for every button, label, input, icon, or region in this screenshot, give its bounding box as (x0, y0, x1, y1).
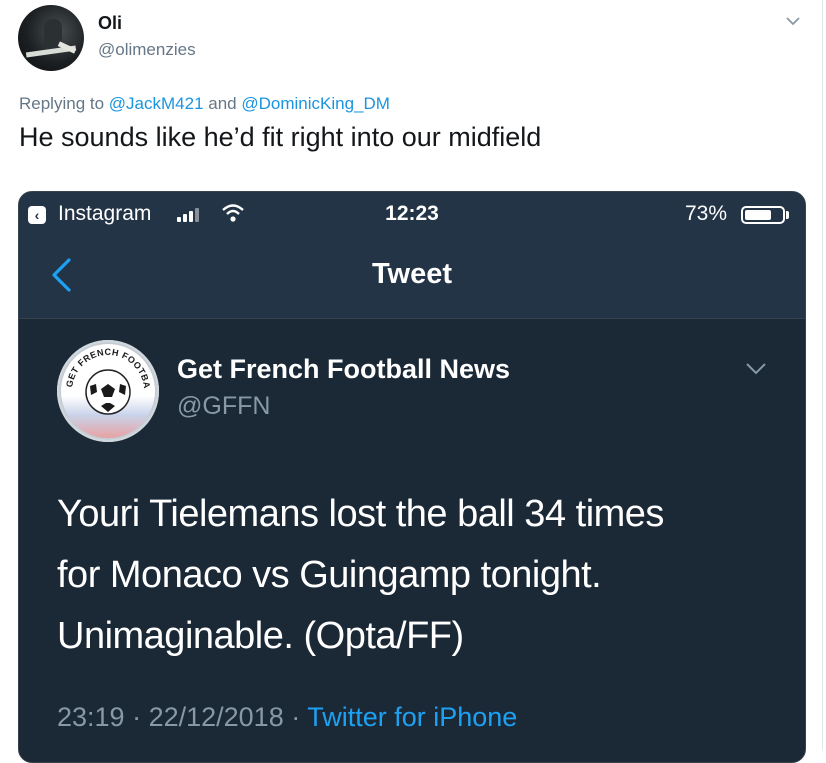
quoted-tweet-line: Youri Tielemans lost the ball 34 times (57, 493, 664, 535)
author-name[interactable]: Oli (98, 13, 122, 34)
phone-status-bar: ‹ Instagram 12:23 73% (19, 192, 805, 236)
battery-nub (786, 211, 789, 219)
battery-fill (745, 210, 771, 220)
chevron-down-icon[interactable] (745, 362, 767, 376)
battery-percent: 73% (685, 202, 728, 225)
author-handle[interactable]: @olimenzies (98, 40, 196, 60)
tweet-date: 22/12/2018 (148, 702, 284, 732)
quoted-author-handle[interactable]: @GFFN (177, 392, 270, 421)
nav-title: Tweet (371, 258, 453, 290)
soccer-ball-logo: GET FRENCH FOOTBALL NEWS (57, 340, 157, 440)
tweet-source-link[interactable]: Twitter for iPhone (307, 702, 517, 732)
quoted-tweet-text: Youri Tielemans lost the ball 34 times f… (57, 484, 777, 667)
gffn-avatar[interactable]: GET FRENCH FOOTBALL NEWS (57, 340, 159, 442)
meta-separator: · (283, 702, 308, 732)
tweet-text: He sounds like he’d fit right into our m… (19, 122, 542, 152)
mention-link[interactable]: @DominicKing_DM (241, 94, 390, 113)
replying-to: Replying to @JackM421 and @DominicKing_D… (19, 94, 390, 114)
mention-link[interactable]: @JackM421 (109, 94, 204, 113)
tweet-media-image[interactable]: ‹ Instagram 12:23 73% Tweet GET FRENCH F… (18, 191, 806, 763)
quoted-tweet-line: for Monaco vs Guingamp tonight. (57, 554, 602, 596)
tweet-time: 23:19 (57, 702, 125, 732)
meta-separator: · (124, 702, 149, 732)
quoted-tweet-line: Unimaginable. (Opta/FF) (57, 615, 464, 657)
divider (822, 0, 823, 750)
battery-icon (741, 206, 785, 224)
chevron-down-icon[interactable] (784, 12, 802, 30)
app-nav-bar: Tweet (19, 236, 805, 319)
replying-prefix: Replying to (19, 94, 109, 113)
quoted-tweet-meta: 23:19 · 22/12/2018 · Twitter for iPhone (57, 702, 517, 733)
replying-and: and (203, 94, 242, 113)
quoted-author-name[interactable]: Get French Football News (177, 354, 510, 385)
avatar[interactable] (18, 5, 84, 71)
